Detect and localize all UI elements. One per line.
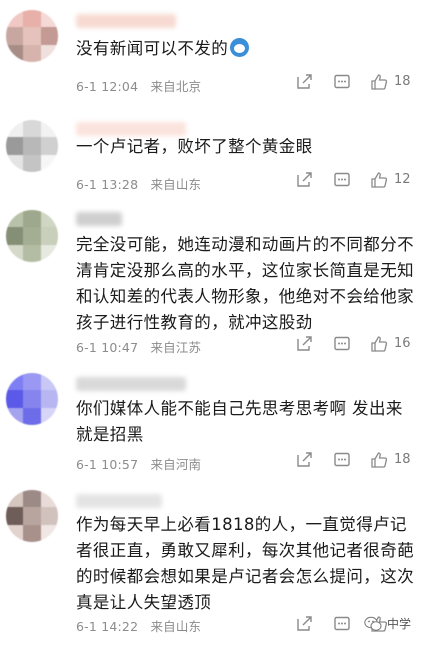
username[interactable] (76, 377, 186, 391)
like-count: 18 (394, 74, 411, 89)
comment-meta: 6-1 10:47 来自江苏 (76, 337, 201, 356)
comment-icon[interactable] (333, 451, 351, 469)
comment-meta: 6-1 14:22 来自山东 (76, 616, 201, 635)
share-icon[interactable] (295, 73, 313, 91)
like-count: 12 (394, 172, 411, 187)
like-icon[interactable] (370, 451, 388, 469)
like-icon[interactable] (370, 171, 388, 189)
username[interactable] (76, 14, 176, 28)
avatar[interactable] (6, 373, 58, 425)
comment-text: 作为每天早上必看1818的人，一直觉得卢记者很正直，勇敢又犀利，每次其他记者很奇… (76, 515, 414, 612)
comment-date: 6-1 (76, 79, 98, 94)
like-count: 18 (394, 452, 411, 467)
share-icon[interactable] (295, 451, 313, 469)
comment-meta: 6-1 10:57 来自河南 (76, 454, 201, 473)
comment-meta: 6-1 13:28 来自山东 (76, 174, 201, 193)
comment-meta: 6-1 12:04 来自北京 (76, 76, 201, 95)
comment-icon[interactable] (333, 73, 351, 91)
comment-date: 6-1 (76, 177, 98, 192)
like-icon[interactable] (370, 73, 388, 91)
wechat-icon (364, 616, 382, 631)
avatar[interactable] (6, 120, 58, 172)
comment-location: 来自江苏 (150, 340, 202, 355)
comment-item: 你们媒体人能不能自己先思考思考啊 发出来就是招黑 6-1 10:57 来自河南 (0, 365, 421, 480)
comment-date: 6-1 (76, 457, 98, 472)
comment-item: 完全没可能，她连动漫和动画片的不同都分不清肯定没那么高的水平，这位家长简直是无知… (0, 200, 421, 365)
doraemon-emoji (230, 38, 250, 57)
comment-item: 一个卢记者，败坏了整个黄金眼 6-1 13:28 来自山东 (0, 110, 421, 210)
username[interactable] (76, 494, 162, 508)
avatar[interactable] (6, 210, 58, 262)
like-count: 16 (394, 336, 411, 351)
comment-icon[interactable] (333, 615, 351, 633)
comment-text: 你们媒体人能不能自己先思考思考啊 发出来就是招黑 (76, 399, 403, 444)
comment-location: 来自河南 (150, 457, 202, 472)
comment-item: 没有新闻可以不发的 6-1 12:04 来自北京 (0, 0, 421, 110)
like-icon[interactable] (370, 335, 388, 353)
watermark: 中学 (364, 615, 411, 632)
comment-location: 来自山东 (150, 619, 202, 634)
share-icon[interactable] (295, 615, 313, 633)
comment-time: 12:04 (101, 79, 139, 94)
comment-time: 10:47 (101, 340, 139, 355)
username[interactable] (76, 212, 122, 226)
watermark-text: 中学 (386, 617, 411, 631)
comment-time: 14:22 (101, 619, 139, 634)
comment-date: 6-1 (76, 340, 98, 355)
comment-item: 作为每天早上必看1818的人，一直觉得卢记者很正直，勇敢又犀利，每次其他记者很奇… (0, 480, 421, 648)
comment-time: 10:57 (101, 457, 139, 472)
avatar[interactable] (6, 10, 58, 62)
comment-text: 一个卢记者，败坏了整个黄金眼 (76, 137, 313, 156)
comment-icon[interactable] (333, 171, 351, 189)
comment-text: 没有新闻可以不发的 (76, 36, 414, 62)
share-icon[interactable] (295, 335, 313, 353)
avatar[interactable] (6, 490, 58, 542)
comment-time: 13:28 (101, 177, 139, 192)
comment-location: 来自山东 (150, 177, 202, 192)
share-icon[interactable] (295, 171, 313, 189)
comment-text: 完全没可能，她连动漫和动画片的不同都分不清肯定没那么高的水平，这位家长简直是无知… (76, 235, 414, 332)
comment-location: 来自北京 (150, 79, 202, 94)
comment-date: 6-1 (76, 619, 98, 634)
comment-icon[interactable] (333, 335, 351, 353)
